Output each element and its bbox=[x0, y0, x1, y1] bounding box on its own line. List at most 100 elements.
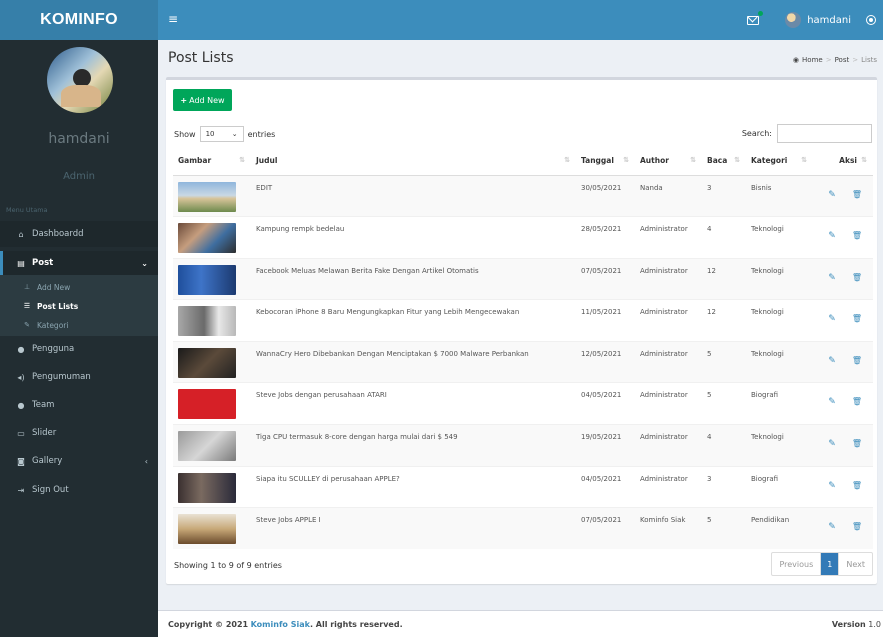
pagination: Previous 1 Next bbox=[771, 552, 873, 576]
pencil-icon[interactable]: ✎ bbox=[828, 397, 836, 407]
cell-author: Administrator bbox=[635, 340, 702, 383]
search-input[interactable] bbox=[777, 124, 872, 143]
cell-judul: Kampung rempk bedelau bbox=[251, 216, 576, 259]
table-row: WannaCry Hero Dibebankan Dengan Mencipta… bbox=[173, 340, 873, 383]
column-header[interactable]: Author ⇅ bbox=[635, 147, 702, 176]
trash-icon[interactable]: 🗑 bbox=[852, 397, 862, 407]
sidebar-item-pengumuman[interactable]: ◂) Pengumuman bbox=[0, 364, 158, 390]
pencil-icon[interactable]: ✎ bbox=[828, 314, 836, 324]
table-header-row: Gambar ⇅ Judul ⇅ Tanggal ⇅ Author ⇅ Baca ⇅ Kategor… bbox=[173, 147, 873, 176]
cell-kategori: Biografi bbox=[746, 465, 813, 508]
pencil-icon[interactable]: ✎ bbox=[828, 439, 836, 449]
show-label: Show bbox=[174, 129, 196, 139]
post-thumbnail bbox=[178, 472, 236, 503]
cell-baca: 4 bbox=[702, 216, 746, 259]
sort-icon: ⇅ bbox=[734, 156, 740, 165]
cell-tanggal: 07/05/2021 bbox=[576, 507, 635, 550]
cell-kategori: Teknologi bbox=[746, 424, 813, 467]
list-icon: ☰ bbox=[23, 302, 31, 310]
table-row: Kebocoran iPhone 8 Baru Mengungkapkan Fi… bbox=[173, 299, 873, 342]
cell-kategori: Pendidikan bbox=[746, 507, 813, 550]
action-buttons: ✎ 🗑 bbox=[818, 314, 868, 324]
cell-aksi: ✎ 🗑 bbox=[813, 507, 873, 550]
action-buttons: ✎ 🗑 bbox=[818, 522, 868, 532]
trash-icon[interactable]: 🗑 bbox=[852, 481, 862, 491]
cell-gambar bbox=[173, 424, 251, 467]
breadcrumb-home[interactable]: Home bbox=[802, 56, 823, 64]
table-row: Steve Jobs APPLE I 07/05/2021 Kominfo Siak… bbox=[173, 507, 873, 550]
breadcrumb-post[interactable]: Post bbox=[835, 56, 850, 64]
cell-aksi: ✎ 🗑 bbox=[813, 424, 873, 467]
user-avatar[interactable] bbox=[785, 12, 802, 28]
users-icon: ● bbox=[17, 344, 25, 354]
cell-kategori: Biografi bbox=[746, 382, 813, 425]
sidebar-item-dashboard[interactable]: ⌂ Dashboardd bbox=[0, 221, 158, 247]
main-header: KOMINFO ≡ hamdani bbox=[0, 0, 883, 40]
pencil-icon[interactable]: ✎ bbox=[828, 190, 836, 200]
next-button[interactable]: Next bbox=[838, 553, 872, 575]
wrench-icon: ✎ bbox=[24, 321, 30, 329]
sidebar-sub-add-new[interactable]: ⊥ Add New bbox=[0, 279, 158, 295]
trash-icon[interactable]: 🗑 bbox=[852, 522, 862, 532]
column-header[interactable]: Aksi ⇅ bbox=[813, 147, 873, 176]
sidebar-item-post[interactable]: ▤ Post ⌄ bbox=[0, 251, 158, 275]
cell-gambar bbox=[173, 507, 251, 550]
trash-icon[interactable]: 🗑 bbox=[852, 356, 862, 366]
sidebar-sub-post-lists[interactable]: ☰ Post Lists bbox=[0, 298, 158, 314]
cell-baca: 3 bbox=[702, 174, 746, 217]
sidebar-toggle-icon[interactable]: ≡ bbox=[168, 12, 178, 26]
sidebar-item-slider[interactable]: ▭ Slider bbox=[0, 420, 158, 446]
sidebar-sub-kategori[interactable]: ✎ Kategori bbox=[0, 317, 158, 333]
table-row: Facebook Meluas Melawan Berita Fake Deng… bbox=[173, 257, 873, 300]
column-header[interactable]: Gambar ⇅ bbox=[173, 147, 251, 176]
mail-icon[interactable] bbox=[747, 10, 764, 25]
app-logo[interactable]: KOMINFO bbox=[0, 0, 158, 40]
pencil-icon[interactable]: ✎ bbox=[828, 522, 836, 532]
chevron-left-icon: ‹ bbox=[144, 456, 148, 466]
trash-icon[interactable]: 🗑 bbox=[852, 273, 862, 283]
table-row: Tiga CPU termasuk 8-core dengan harga mu… bbox=[173, 424, 873, 467]
entries-select[interactable]: 10 ⌄ bbox=[199, 126, 244, 142]
pencil-icon[interactable]: ✎ bbox=[828, 481, 836, 491]
user-name[interactable]: hamdani bbox=[807, 15, 851, 26]
pencil-icon[interactable]: ✎ bbox=[828, 273, 836, 283]
pencil-icon[interactable]: ✎ bbox=[828, 356, 836, 366]
cell-tanggal: 30/05/2021 bbox=[576, 174, 635, 217]
column-header[interactable]: Tanggal ⇅ bbox=[576, 147, 635, 176]
post-table: Gambar ⇅ Judul ⇅ Tanggal ⇅ Author ⇅ Baca ⇅ Kategor… bbox=[173, 147, 873, 550]
previous-button[interactable]: Previous bbox=[772, 553, 822, 575]
table-row: Siapa itu SCULLEY di perusahaan APPLE? 04… bbox=[173, 465, 873, 508]
sidebar-sub-label: Add New bbox=[37, 282, 71, 292]
column-header[interactable]: Kategori ⇅ bbox=[746, 147, 813, 176]
cell-aksi: ✎ 🗑 bbox=[813, 465, 873, 508]
cell-kategori: Bisnis bbox=[746, 174, 813, 217]
sidebar-item-gallery[interactable]: ◙ Gallery ‹ bbox=[0, 448, 158, 474]
cell-tanggal: 04/05/2021 bbox=[576, 465, 635, 508]
trash-icon[interactable]: 🗑 bbox=[852, 190, 862, 200]
column-header[interactable]: Judul ⇅ bbox=[251, 147, 576, 176]
pencil-icon[interactable]: ✎ bbox=[828, 231, 836, 241]
gear-icon[interactable] bbox=[866, 15, 876, 25]
footer-brand-link[interactable]: Kominfo Siak bbox=[251, 620, 310, 629]
trash-icon[interactable]: 🗑 bbox=[852, 231, 862, 241]
sidebar-item-label: Pengguna bbox=[32, 344, 75, 354]
sidebar-item-sign-out[interactable]: ⇥ Sign Out bbox=[0, 477, 158, 503]
column-header-label: Author bbox=[640, 156, 669, 166]
pin-icon: ⊥ bbox=[23, 283, 31, 291]
action-buttons: ✎ 🗑 bbox=[818, 397, 868, 407]
sidebar-item-team[interactable]: ● Team bbox=[0, 392, 158, 418]
trash-icon[interactable]: 🗑 bbox=[852, 314, 862, 324]
trash-icon[interactable]: 🗑 bbox=[852, 439, 862, 449]
page-1-button[interactable]: 1 bbox=[821, 553, 839, 575]
post-list-box: + Add New Show 10 ⌄ entries Search: Gamb… bbox=[166, 77, 877, 584]
cell-author: Administrator bbox=[635, 382, 702, 425]
footer: Copyright © 2021 Kominfo Siak. All right… bbox=[158, 610, 883, 637]
cell-author: Administrator bbox=[635, 216, 702, 259]
profile-role: Admin bbox=[63, 171, 95, 182]
sidebar-sub-label: Post Lists bbox=[37, 301, 79, 311]
cell-gambar bbox=[173, 340, 251, 383]
column-header[interactable]: Baca ⇅ bbox=[702, 147, 746, 176]
add-new-button[interactable]: + Add New bbox=[173, 89, 232, 111]
home-icon: ⌂ bbox=[18, 229, 24, 239]
sidebar-item-pengguna[interactable]: ● Pengguna bbox=[0, 336, 158, 362]
